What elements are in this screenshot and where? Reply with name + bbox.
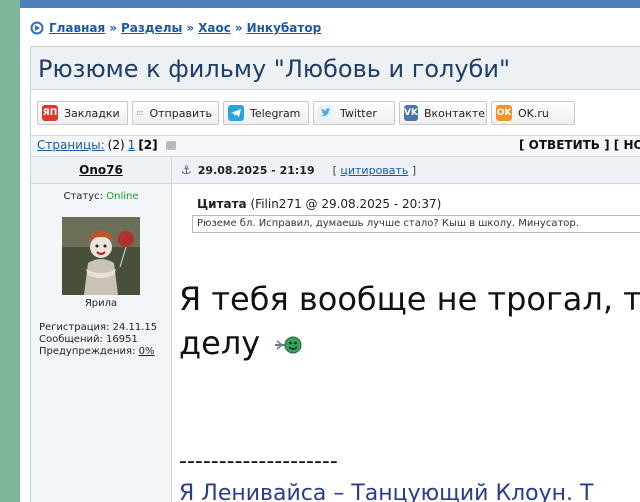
page-current: [2] (138, 138, 158, 152)
warnings-link[interactable]: 0% (139, 346, 155, 357)
post-author[interactable]: Ono76 (31, 157, 172, 183)
yandex-icon: ЯП (42, 105, 58, 121)
avatar[interactable] (62, 217, 140, 295)
user-stats: Регистрация: 24.11.15 Сообщений: 16951 П… (39, 322, 157, 358)
clown-avatar-icon (62, 217, 140, 295)
share-label: Вконтакте (423, 106, 486, 120)
post-meta: ⚓ 29.08.2025 - 21:19 [ цитировать ] (181, 163, 416, 177)
user-status: Статус: Online (63, 191, 139, 202)
message-count: Сообщений: 16951 (39, 334, 138, 345)
share-ok-button[interactable]: OK OK.ru (491, 101, 575, 125)
share-bar: ЯП Закладки Отправить Telegram Twitter V… (37, 101, 575, 125)
quote-block: Рюземе бл. Исправил, думаешь лучше стало… (192, 215, 640, 233)
breadcrumb-separator: » (186, 21, 195, 35)
author-profile: Статус: Online Ярила Регистрация: 24.11.… (31, 184, 172, 502)
odnoklassniki-icon: OK (496, 105, 512, 121)
share-label: Отправить (149, 106, 212, 120)
pagination-bar: Страницы: (2) 1 [2] [ ОТВЕТИТЬ ] [ НОВАЯ (31, 135, 640, 157)
share-label: Закладки (64, 106, 120, 120)
breadcrumb-sections[interactable]: Разделы (121, 21, 182, 35)
status-badge: Online (106, 191, 139, 202)
topic-actions[interactable]: [ ОТВЕТИТЬ ] [ НОВАЯ (519, 138, 640, 152)
share-label: Twitter (340, 106, 377, 120)
warnings: Предупреждения: 0% (39, 346, 155, 357)
share-twitter-button[interactable]: Twitter (313, 101, 395, 125)
mail-icon (137, 110, 144, 116)
topic-panel: Рюзюме к фильму "Любовь и голуби" ЯП Зак… (30, 46, 640, 502)
breadcrumb-home[interactable]: Главная (49, 21, 105, 35)
breadcrumb-chaos[interactable]: Хаос (198, 21, 231, 35)
anchor-icon[interactable]: ⚓ (181, 163, 192, 177)
share-send-button[interactable]: Отправить (132, 101, 219, 125)
post-date: 29.08.2025 - 21:19 (197, 163, 315, 177)
pages-total: (2) (107, 138, 125, 152)
signature-divider: -------------------- (179, 449, 338, 474)
breadcrumb: Главная » Разделы » Хаос » Инкубатор (30, 18, 321, 38)
registration-date: Регистрация: 24.11.15 (39, 322, 158, 333)
share-vk-button[interactable]: VK Вконтакте (399, 101, 487, 125)
topic-title-bar: Рюзюме к фильму "Любовь и голуби" (31, 47, 640, 90)
quote-link[interactable]: цитировать (340, 164, 408, 177)
quote-action: [ цитировать ] (332, 163, 417, 177)
pages-label[interactable]: Страницы: (37, 138, 105, 152)
top-strip (20, 0, 640, 8)
twitter-icon (318, 105, 334, 121)
post-text: Я тебя вообще не трогал, ты делу (179, 280, 640, 362)
forum-page: Главная » Разделы » Хаос » Инкубатор Рюз… (20, 8, 640, 502)
breadcrumb-separator: » (109, 21, 117, 35)
post-header: Ono76 ⚓ 29.08.2025 - 21:19 [ цитировать … (31, 157, 640, 184)
page-title: Рюзюме к фильму "Любовь и голуби" (38, 55, 510, 83)
pagination: Страницы: (2) 1 [2] (37, 138, 176, 152)
quote-header: Цитата (Filin271 @ 29.08.2025 - 20:37) (197, 197, 442, 211)
share-label: Telegram (250, 106, 301, 120)
signature: Я Ленивайса – Танцующий Клоун. Т (179, 481, 594, 502)
telegram-icon (228, 105, 244, 121)
smiley-icon (275, 336, 302, 354)
home-icon (30, 21, 44, 35)
breadcrumb-separator: » (234, 21, 243, 35)
share-telegram-button[interactable]: Telegram (223, 101, 309, 125)
pages-dropdown-icon[interactable] (165, 140, 176, 150)
breadcrumb-incubator[interactable]: Инкубатор (247, 21, 322, 35)
vk-icon: VK (404, 105, 418, 121)
page-link-1[interactable]: 1 (128, 138, 136, 152)
share-label: OK.ru (518, 106, 549, 120)
avatar-caption: Ярила (84, 298, 118, 309)
share-bookmarks-button[interactable]: ЯП Закладки (37, 101, 128, 125)
post-body: Цитата (Filin271 @ 29.08.2025 - 20:37) Р… (179, 195, 640, 502)
